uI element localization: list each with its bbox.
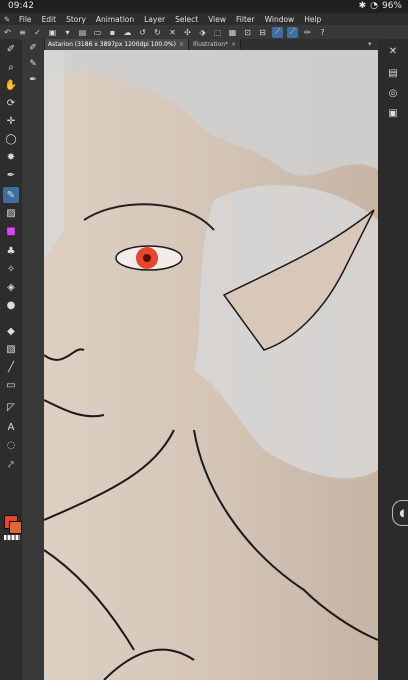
hand-icon[interactable]: ✋ xyxy=(3,77,19,93)
system-status-bar: 09:42 ✱ ◔ 96% xyxy=(0,0,408,13)
menu-filter[interactable]: Filter xyxy=(231,15,260,24)
eyedropper-sub-icon[interactable]: ✐ xyxy=(25,41,41,55)
color-indicator[interactable] xyxy=(2,515,22,543)
blend-icon[interactable]: ● xyxy=(3,297,19,313)
tool-palette: ✐ ⌕ ✋ ⟳ ✛ ◯ ✸ ✒ ✎ ▨ ■ ♣ ✧ ◈ ● ◆ ▧ ╱ ▭ ◸ … xyxy=(0,39,22,680)
balloon-icon[interactable]: ◌ xyxy=(3,437,19,453)
canvas-tab-bar: Astarion (3186 x 3897px 1200dpi 100.0%) ×… xyxy=(44,39,380,50)
pen-icon[interactable]: ✒ xyxy=(3,167,19,183)
line-icon[interactable]: ╱ xyxy=(3,359,19,375)
texture-icon[interactable]: ▨ xyxy=(3,205,19,221)
close-panel-icon[interactable]: ✕ xyxy=(385,43,401,59)
gradient-icon[interactable]: ▧ xyxy=(3,341,19,357)
text-icon[interactable]: A xyxy=(3,419,19,435)
brush-sub-icon[interactable]: ✎ xyxy=(25,57,41,71)
tab-menu-icon[interactable]: ▾ xyxy=(368,40,372,48)
eyedropper-icon[interactable]: ✐ xyxy=(3,41,19,57)
navigator-icon[interactable]: ◎ xyxy=(385,85,401,101)
wifi-icon: ◔ xyxy=(370,1,378,11)
right-panel: ✕ ▤ ◎ ▣ xyxy=(378,39,408,680)
fill-bucket-icon[interactable]: ◆ xyxy=(3,323,19,339)
check-icon[interactable]: ✓ xyxy=(32,27,43,38)
airbrush-icon[interactable]: ■ xyxy=(3,223,19,239)
redo-icon[interactable]: ↻ xyxy=(152,27,163,38)
select-all-icon[interactable]: ▦ xyxy=(227,27,238,38)
fill-icon[interactable]: ⬗ xyxy=(197,27,208,38)
save-icon[interactable]: ▪ xyxy=(107,27,118,38)
hair-left xyxy=(44,50,64,260)
undo-history-icon[interactable]: ↶ xyxy=(2,27,13,38)
menu-edit[interactable]: Edit xyxy=(37,15,62,24)
menu-animation[interactable]: Animation xyxy=(91,15,139,24)
command-bar: ↶ ≡ ✓ ▣ ▾ ▤ ▭ ▪ ☁ ↺ ↻ ✕ ✣ ⬗ ⬚ ▦ ⊡ ⊟ ⟋ ⟋ … xyxy=(0,25,408,40)
magic-wand-icon[interactable]: ✸ xyxy=(3,149,19,165)
tab-label: Illustration* xyxy=(193,41,229,48)
edge-keyboard-handle[interactable]: ◖ xyxy=(392,500,408,526)
sparkle-icon[interactable]: ✧ xyxy=(3,261,19,277)
material-icon[interactable]: ▣ xyxy=(385,105,401,121)
menu-help[interactable]: Help xyxy=(299,15,326,24)
new-canvas-icon[interactable]: ▣ xyxy=(47,27,58,38)
undo-icon[interactable]: ↺ xyxy=(137,27,148,38)
rotate-icon[interactable]: ⟳ xyxy=(3,95,19,111)
menu-story[interactable]: Story xyxy=(61,15,91,24)
illustration-artwork xyxy=(44,50,378,680)
menu-select[interactable]: Select xyxy=(170,15,203,24)
close-tab-icon[interactable]: × xyxy=(231,41,236,48)
layer-icon[interactable]: ▤ xyxy=(77,27,88,38)
move-icon[interactable]: ✛ xyxy=(3,113,19,129)
cloud-icon[interactable]: ☁ xyxy=(122,27,133,38)
ruler-icon[interactable]: ◸ xyxy=(3,399,19,415)
battery-percent: 96% xyxy=(381,1,402,11)
snap-ruler-icon[interactable]: ⟋ xyxy=(272,26,283,38)
status-right: ✱ ◔ 96% xyxy=(359,1,402,11)
selection-icon[interactable]: ⬚ xyxy=(212,27,223,38)
status-time: 09:42 xyxy=(8,1,34,11)
bluetooth-icon: ✱ xyxy=(358,1,367,11)
tab-astarion[interactable]: Astarion (3186 x 3897px 1200dpi 100.0%) × xyxy=(44,39,189,50)
lasso-icon[interactable]: ◯ xyxy=(3,131,19,147)
menu-layer[interactable]: Layer xyxy=(139,15,170,24)
eraser-icon[interactable]: ◈ xyxy=(3,279,19,295)
pen-sub-icon[interactable]: ✒ xyxy=(25,73,41,87)
app-logo-icon[interactable]: ✎ xyxy=(0,13,14,25)
open-folder-icon[interactable]: ▭ xyxy=(92,27,103,38)
sub-tool-palette: ✐ ✎ ✒ xyxy=(22,39,45,680)
dropdown-icon[interactable]: ▾ xyxy=(62,27,73,38)
clear-icon[interactable]: ✕ xyxy=(167,27,178,38)
frame-icon[interactable]: ▭ xyxy=(3,377,19,393)
deselect-icon[interactable]: ⊡ xyxy=(242,27,253,38)
close-tab-icon[interactable]: × xyxy=(179,41,184,48)
correct-line-icon[interactable]: ⤤ xyxy=(3,457,19,473)
help-icon[interactable]: ? xyxy=(317,27,328,38)
zoom-icon[interactable]: ⌕ xyxy=(3,59,19,75)
canvas-area[interactable] xyxy=(44,50,378,680)
invert-icon[interactable]: ⊟ xyxy=(257,27,268,38)
tab-illustration[interactable]: Illustration* × xyxy=(189,39,242,50)
menu-bar: ✎ File Edit Story Animation Layer Select… xyxy=(0,13,408,25)
menu-toggle-icon[interactable]: ≡ xyxy=(17,27,28,38)
brush-icon[interactable]: ✎ xyxy=(3,187,19,203)
transparent-color-icon[interactable] xyxy=(4,535,20,540)
snap-grid-icon[interactable]: ⟋ xyxy=(287,26,298,38)
sub-color-swatch[interactable] xyxy=(9,521,22,534)
decoration-icon[interactable]: ♣ xyxy=(3,243,19,259)
menu-file[interactable]: File xyxy=(14,15,37,24)
menu-window[interactable]: Window xyxy=(260,15,300,24)
menu-view[interactable]: View xyxy=(203,15,231,24)
transform-icon[interactable]: ✣ xyxy=(182,27,193,38)
layer-palette-icon[interactable]: ▤ xyxy=(385,65,401,81)
tab-label: Astarion (3186 x 3897px 1200dpi 100.0%) xyxy=(48,41,176,48)
eye-pupil xyxy=(143,254,151,262)
brush-stabilizer-icon[interactable]: ✏ xyxy=(302,27,313,38)
